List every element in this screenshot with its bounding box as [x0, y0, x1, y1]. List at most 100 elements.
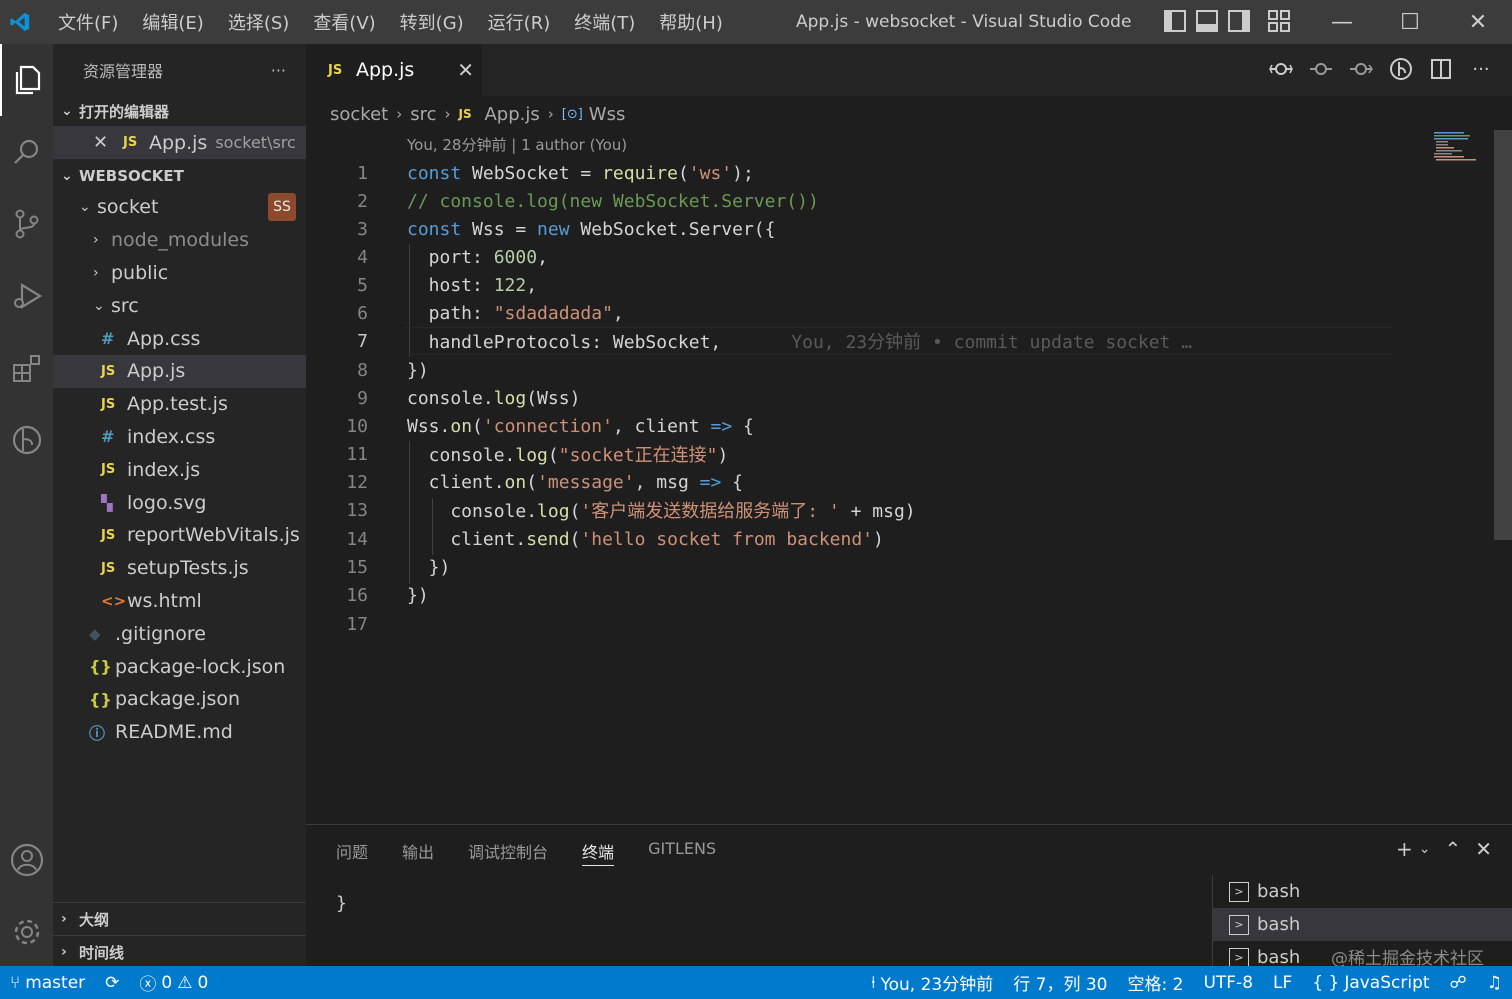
feedback-icon[interactable]: ☍ [1440, 973, 1477, 993]
tree-file-ws-html[interactable]: <> ws.html [53, 585, 306, 618]
tab-terminal[interactable]: 终端 [582, 839, 615, 866]
file-history-icon[interactable] [1388, 56, 1414, 82]
breadcrumb-item-symbol[interactable]: Wss [589, 104, 626, 125]
codelens-blame[interactable]: You, 28分钟前 | 1 author (You) [407, 134, 627, 155]
tab-problems[interactable]: 问题 [336, 839, 368, 866]
source-control-icon[interactable] [0, 188, 53, 260]
tab-gitlens[interactable]: GITLENS [648, 839, 716, 866]
search-icon[interactable] [0, 116, 53, 188]
sync-icon: ⟳ [105, 972, 120, 993]
more-editor-actions-icon[interactable]: ··· [1468, 56, 1494, 82]
manage-gear-icon[interactable] [0, 896, 53, 968]
menu-help[interactable]: 帮助(H) [647, 9, 735, 35]
notifications-bell-icon[interactable]: ♫ [1477, 973, 1512, 993]
open-editors-section[interactable]: ⌄ 打开的编辑器 [53, 96, 306, 126]
problems-indicator[interactable]: ⓧ 0 ⚠ 0 [129, 970, 218, 996]
inline-blame[interactable]: You, 23分钟前 • commit update socket … [791, 332, 1192, 353]
tree-file-index-js[interactable]: JS index.js [53, 453, 306, 486]
encoding[interactable]: UTF-8 [1193, 973, 1263, 993]
gitlens-compare-icon[interactable] [1268, 56, 1294, 82]
tree-file-setup-tests[interactable]: JS setupTests.js [53, 552, 306, 585]
close-panel-icon[interactable]: ✕ [1475, 837, 1492, 861]
tree-file-app-js[interactable]: JS App.js [53, 354, 306, 388]
tree-file-index-css[interactable]: # index.css [53, 421, 306, 454]
tab-app-js[interactable]: JS App.js ✕ [306, 44, 482, 96]
tree-folder-src[interactable]: ⌄ src [53, 289, 306, 322]
toggle-sidebar-icon[interactable] [1164, 10, 1186, 32]
editor-tabs: JS App.js ✕ ··· [306, 44, 1512, 96]
tree-folder-node-modules[interactable]: › node_modules [53, 224, 306, 257]
terminal-name: bash [1257, 881, 1301, 902]
menu-view[interactable]: 查看(V) [301, 9, 387, 35]
breadcrumb-item-socket[interactable]: socket [330, 104, 388, 125]
menu-edit[interactable]: 编辑(E) [130, 9, 215, 35]
end-of-line[interactable]: LF [1263, 973, 1302, 993]
menu-file[interactable]: 文件(F) [46, 9, 130, 35]
status-bar: ⑂ master ⟳ ⓧ 0 ⚠ 0 ⍿ You, 23分钟前 行 7，列 30… [0, 966, 1512, 999]
terminal-item[interactable]: > bash [1213, 875, 1512, 908]
maximize-button[interactable]: ☐ [1376, 0, 1444, 44]
split-editor-icon[interactable] [1428, 56, 1454, 82]
close-tab-icon[interactable]: ✕ [457, 58, 474, 82]
new-terminal-icon[interactable]: + [1396, 837, 1413, 861]
tree-file-report-web-vitals[interactable]: JS reportWebVitals.js [53, 519, 306, 552]
menu-go[interactable]: 转到(G) [388, 9, 476, 35]
tree-file-readme[interactable]: ⓘ README.md [53, 716, 306, 749]
sync-button[interactable]: ⟳ [95, 973, 129, 993]
tab-output[interactable]: 输出 [402, 839, 434, 866]
code-editor[interactable]: You, 28分钟前 | 1 author (You) 1 const WebSo… [306, 130, 1492, 824]
tree-folder-socket[interactable]: ⌄ socket SS [53, 191, 306, 224]
scrollbar-thumb[interactable] [1494, 130, 1512, 540]
code-line: 13 console.log('客户端发送数据给服务端了: ' + msg) [306, 496, 1406, 524]
terminal-item[interactable]: > bash [1213, 908, 1512, 941]
close-window-button[interactable]: ✕ [1444, 0, 1512, 44]
minimize-button[interactable]: — [1308, 0, 1376, 44]
run-debug-icon[interactable] [0, 260, 53, 332]
tree-file-app-css[interactable]: # App.css [53, 322, 306, 355]
workspace-section[interactable]: ⌄ WEBSOCKET [53, 161, 306, 191]
menu-selection[interactable]: 选择(S) [216, 9, 301, 35]
tree-file-app-test-js[interactable]: JS App.test.js [53, 388, 306, 421]
blame-indicator[interactable]: ⍿ You, 23分钟前 [861, 970, 1003, 996]
customize-layout-icon[interactable] [1268, 10, 1290, 32]
maximize-panel-icon[interactable]: ⌃ [1444, 837, 1461, 861]
cursor-position[interactable]: 行 7，列 30 [1003, 970, 1117, 995]
terminal-output[interactable]: } [336, 893, 347, 914]
tree-file-gitignore[interactable]: ◆ .gitignore [53, 617, 306, 650]
next-revision-icon[interactable] [1348, 56, 1374, 82]
toggle-secondary-sidebar-icon[interactable] [1228, 10, 1250, 32]
tree-item-label: setupTests.js [127, 557, 249, 580]
chevron-right-icon: › [444, 105, 451, 123]
more-actions-icon[interactable]: ··· [271, 61, 286, 80]
breadcrumb-item-file[interactable]: App.js [484, 104, 539, 125]
tree-file-logo-svg[interactable]: ▚ logo.svg [53, 486, 306, 519]
close-editor-icon[interactable]: ✕ [93, 132, 123, 153]
toggle-panel-icon[interactable] [1196, 10, 1218, 32]
open-editor-item[interactable]: ✕ JS App.js socket\src [53, 126, 306, 159]
minimap[interactable] [1432, 130, 1492, 170]
chevron-down-icon[interactable]: ⌄ [1419, 837, 1431, 861]
git-file-icon: ◆ [89, 624, 101, 643]
menu-terminal[interactable]: 终端(T) [562, 9, 647, 35]
line-number: 10 [346, 415, 368, 437]
tree-folder-public[interactable]: › public [53, 257, 306, 290]
branch-indicator[interactable]: ⑂ master [0, 973, 95, 993]
editor-scrollbar[interactable] [1492, 130, 1512, 820]
tree-item-label: index.js [127, 458, 201, 481]
timeline-section[interactable]: › 时间线 [53, 935, 306, 968]
extensions-icon[interactable] [0, 332, 53, 404]
language-mode[interactable]: { } JavaScript [1302, 973, 1439, 993]
menu-run[interactable]: 运行(R) [476, 9, 563, 35]
tree-file-package-lock[interactable]: {} package-lock.json [53, 650, 306, 683]
js-file-icon: JS [123, 135, 138, 150]
accounts-icon[interactable] [0, 824, 53, 896]
breadcrumb-item-src[interactable]: src [410, 104, 436, 125]
explorer-icon[interactable] [0, 44, 53, 116]
indentation[interactable]: 空格: 2 [1118, 970, 1194, 995]
tab-debug-console[interactable]: 调试控制台 [468, 839, 548, 866]
previous-revision-icon[interactable] [1308, 56, 1334, 82]
outline-section[interactable]: › 大纲 [53, 902, 306, 935]
gitlens-icon[interactable] [0, 404, 53, 476]
tree-file-package-json[interactable]: {} package.json [53, 683, 306, 716]
source-control-badge: SS [268, 193, 296, 221]
